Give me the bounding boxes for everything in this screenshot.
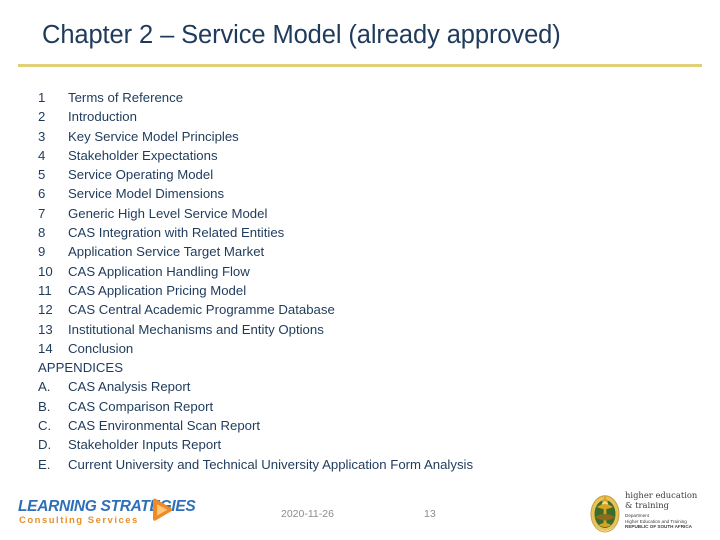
toc-row-label: Key Service Model Principles	[68, 128, 239, 144]
toc-row-label: Terms of Reference	[68, 90, 184, 105]
toc-row-marker: 10	[38, 263, 53, 279]
slide-canvas: Chapter 2 – Service Model (already appro…	[0, 0, 720, 540]
table-of-contents: 1 Terms of Reference 2 Introduction 3 Key Ser…	[38, 90, 698, 476]
dhet-subtitle: Department Higher Education and Training…	[625, 513, 692, 530]
learning-strategies-logo: LEARNING STRATEGIES Consulting Services	[18, 497, 196, 530]
toc-row-marker: 6	[38, 186, 46, 202]
toc-row-label: Introduction	[68, 109, 137, 125]
toc-row-marker: 13	[38, 321, 53, 337]
toc-row: A. CAS Analysis Report	[38, 379, 698, 398]
dhet-title: higher education & training	[625, 490, 697, 510]
toc-row: 8 CAS Integration with Related Entities	[38, 225, 698, 244]
toc-row: 9 Application Service Target Market	[38, 244, 698, 263]
toc-row: 12 CAS Central Academic Programme Databas…	[38, 302, 698, 321]
toc-row-label: CAS Application Handling Flow	[68, 263, 250, 279]
learning-strategies-tagline: Consulting Services	[19, 515, 139, 526]
toc-row-label: Current University and Technical Univers…	[68, 456, 474, 472]
toc-row-marker: 8	[38, 225, 46, 241]
toc-row-label: Institutional Mechanisms and Entity Opti…	[68, 321, 324, 337]
toc-row: 4 Stakeholder Expectations	[38, 148, 698, 167]
toc-row-marker: D.	[38, 437, 52, 453]
toc-row: 5 Service Operating Model	[38, 167, 698, 186]
footer-page-number: 13	[424, 508, 436, 520]
toc-section-heading: APPENDICES	[38, 360, 698, 379]
toc-row-marker: A.	[38, 379, 51, 395]
toc-row: E. Current University and Technical Unive…	[38, 457, 698, 476]
toc-row-label: CAS Comparison Report	[68, 398, 214, 414]
toc-row-label: CAS Integration with Related Entities	[68, 225, 285, 241]
toc-row-label: CAS Application Pricing Model	[68, 282, 247, 298]
toc-row-marker: 9	[38, 244, 46, 260]
toc-row-marker: 7	[38, 205, 46, 221]
toc-row-marker: C.	[38, 418, 52, 434]
toc-row-marker: 4	[38, 147, 46, 163]
toc-row: 14 Conclusion	[38, 341, 698, 360]
dhet-title-line-2: & training	[625, 499, 669, 510]
toc-row-label: CAS Analysis Report	[68, 379, 191, 395]
toc-row: 1 Terms of Reference	[38, 90, 698, 109]
toc-row-label: CAS Environmental Scan Report	[68, 418, 261, 434]
toc-row: D. Stakeholder Inputs Report	[38, 437, 698, 456]
toc-row-label: Service Operating Model	[68, 167, 214, 183]
toc-row-marker: 12	[38, 302, 53, 318]
toc-row-marker: 2	[38, 109, 46, 125]
toc-row: 11 CAS Application Pricing Model	[38, 283, 698, 302]
toc-row-label: Generic High Level Service Model	[68, 205, 268, 221]
dhet-sub-line-3: REPUBLIC OF SOUTH AFRICA	[625, 524, 692, 530]
toc-row-marker: 14	[38, 340, 53, 356]
toc-row-marker: 11	[38, 282, 52, 298]
toc-row: 6 Service Model Dimensions	[38, 186, 698, 205]
toc-row-marker: E.	[38, 456, 51, 472]
page-title: Chapter 2 – Service Model (already appro…	[42, 21, 561, 49]
toc-row-label: CAS Central Academic Programme Database	[68, 302, 335, 318]
toc-heading-label: APPENDICES	[38, 360, 124, 376]
dhet-logo: higher education & training Department H…	[588, 490, 714, 536]
toc-row-marker: 5	[38, 167, 46, 183]
toc-row-label: Conclusion	[68, 340, 134, 356]
toc-row-marker: B.	[38, 398, 51, 414]
toc-row: B. CAS Comparison Report	[38, 399, 698, 418]
toc-row-label: Service Model Dimensions	[68, 186, 225, 202]
toc-row: 2 Introduction	[38, 109, 698, 128]
toc-row: 7 Generic High Level Service Model	[38, 206, 698, 225]
toc-row-label: Application Service Target Market	[68, 244, 265, 260]
toc-row: 13 Institutional Mechanisms and Entity Op…	[38, 322, 698, 341]
footer-date: 2020-11-26	[281, 508, 334, 520]
toc-row-label: Stakeholder Inputs Report	[68, 437, 222, 453]
toc-row-marker: 3	[38, 128, 46, 144]
toc-row-marker: 1	[38, 90, 46, 105]
toc-row-label: Stakeholder Expectations	[68, 147, 218, 163]
south-africa-coat-of-arms-icon	[588, 491, 622, 533]
toc-row: 10 CAS Application Handling Flow	[38, 264, 698, 283]
title-divider	[18, 64, 702, 67]
toc-row: C. CAS Environmental Scan Report	[38, 418, 698, 437]
toc-row: 3 Key Service Model Principles	[38, 129, 698, 148]
play-triangle-icon	[149, 497, 175, 523]
